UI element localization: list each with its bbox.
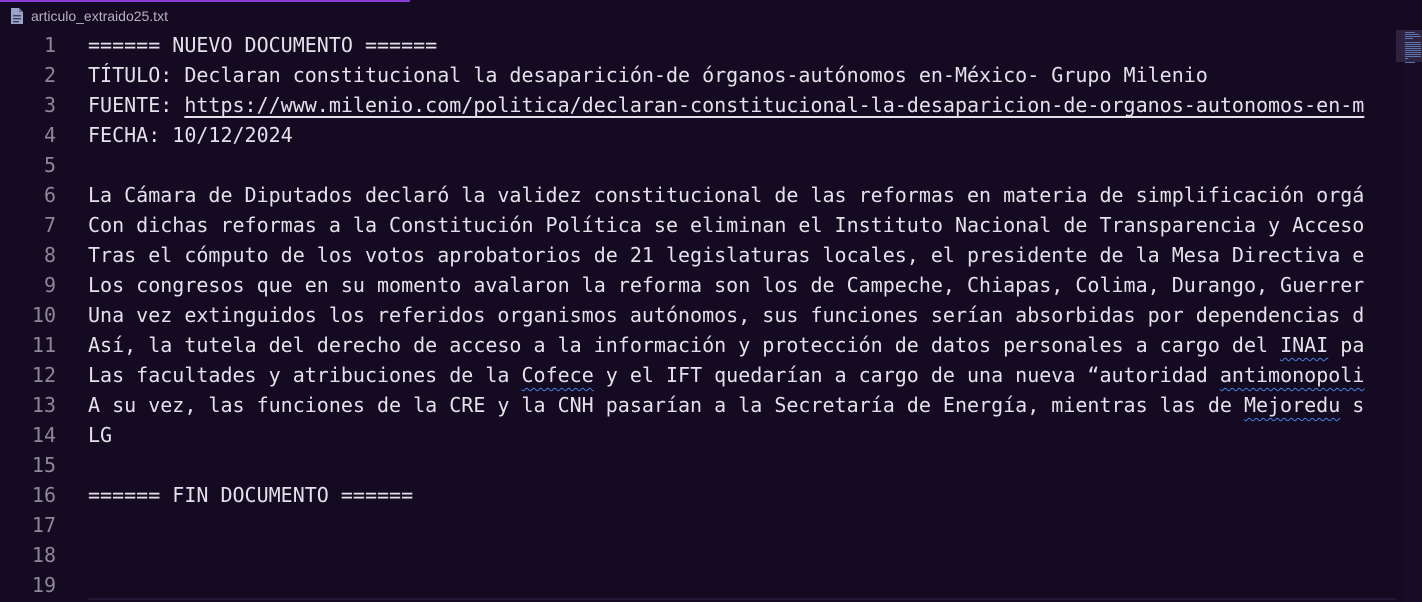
line-number: 14 bbox=[31, 423, 56, 447]
line-number: 15 bbox=[31, 453, 56, 477]
tab-bar: articulo_extraido25.txt bbox=[0, 0, 1422, 30]
editor-line[interactable]: 4 FECHA: 10/12/2024 bbox=[0, 120, 1396, 150]
text-segment: s bbox=[1340, 393, 1365, 417]
editor-line[interactable]: 16 ====== FIN DOCUMENTO ====== bbox=[0, 480, 1396, 510]
line-content[interactable]: TÍTULO: Declaran constitucional la desap… bbox=[88, 60, 1208, 90]
text-segment: A su vez, las funciones de la CRE y la C… bbox=[88, 393, 1244, 417]
text-segment: FUENTE: bbox=[88, 93, 185, 117]
editor-line[interactable]: 5 bbox=[0, 150, 1396, 180]
line-content[interactable]: Los congresos que en su momento avalaron… bbox=[88, 270, 1364, 300]
line-number: 12 bbox=[31, 363, 56, 387]
minimap-line bbox=[1405, 62, 1415, 63]
line-content[interactable]: Así, la tutela del derecho de acceso a l… bbox=[88, 330, 1364, 360]
line-number: 4 bbox=[43, 123, 56, 147]
line-number: 19 bbox=[31, 573, 56, 597]
line-content[interactable]: LG bbox=[88, 420, 112, 450]
line-number: 10 bbox=[31, 303, 56, 327]
text-segment: Las facultades y atribuciones de la bbox=[88, 363, 522, 387]
text-segment: Tras el cómputo de los votos aprobatorio… bbox=[88, 243, 1365, 267]
text-segment: LG bbox=[88, 423, 113, 447]
text-editor[interactable]: 1 ====== NUEVO DOCUMENTO ====== 2 TÍTULO: D… bbox=[0, 30, 1396, 602]
text-segment: y el IFT quedarían a cargo de una nueva … bbox=[593, 363, 1220, 387]
line-content[interactable]: ====== FIN DOCUMENTO ====== bbox=[88, 480, 413, 510]
line-content[interactable]: FUENTE: https://www.milenio.com/politica… bbox=[88, 90, 1364, 120]
spellcheck-word: Mejoredu bbox=[1243, 393, 1341, 417]
line-number: 17 bbox=[31, 513, 56, 537]
editor-line[interactable]: 7 Con dichas reformas a la Constitución P… bbox=[0, 210, 1396, 240]
line-number: 9 bbox=[43, 273, 56, 297]
text-segment: TÍTULO: Declaran constitucional la desap… bbox=[88, 63, 1208, 87]
editor-line[interactable]: 1 ====== NUEVO DOCUMENTO ====== bbox=[0, 30, 1396, 60]
text-segment: La Cámara de Diputados declaró la valide… bbox=[88, 183, 1365, 207]
line-number: 2 bbox=[43, 63, 56, 87]
text-segment: ====== NUEVO DOCUMENTO ====== bbox=[88, 33, 438, 57]
editor-line[interactable]: 17 bbox=[0, 510, 1396, 540]
editor-line[interactable]: 11 Así, la tutela del derecho de acceso a… bbox=[0, 330, 1396, 360]
line-content[interactable]: Con dichas reformas a la Constitución Po… bbox=[88, 210, 1364, 240]
text-segment: Los congresos que en su momento avalaron… bbox=[88, 273, 1365, 297]
editor-line[interactable]: 10 Una vez extinguidos los referidos orga… bbox=[0, 300, 1396, 330]
tab-articulo-extraido25[interactable]: articulo_extraido25.txt bbox=[0, 2, 178, 30]
line-content[interactable]: Tras el cómputo de los votos aprobatorio… bbox=[88, 240, 1364, 270]
minimap-slider[interactable] bbox=[1396, 30, 1422, 62]
line-number: 7 bbox=[43, 213, 56, 237]
editor-line[interactable]: 12 Las facultades y atribuciones de la Co… bbox=[0, 360, 1396, 390]
line-number: 5 bbox=[43, 153, 56, 177]
editor-line[interactable]: 3 FUENTE: https://www.milenio.com/politic… bbox=[0, 90, 1396, 120]
url-link: https://www.milenio.com/politica/declara… bbox=[184, 93, 1365, 117]
text-segment: ====== FIN DOCUMENTO ====== bbox=[88, 483, 414, 507]
text-segment: pa bbox=[1328, 333, 1365, 357]
line-number: 3 bbox=[43, 93, 56, 117]
line-number: 6 bbox=[43, 183, 56, 207]
minimap[interactable] bbox=[1402, 30, 1422, 602]
spellcheck-word: INAI bbox=[1280, 333, 1329, 357]
editor-line[interactable]: 15 bbox=[0, 450, 1396, 480]
line-number: 1 bbox=[43, 33, 56, 57]
line-content[interactable]: FECHA: 10/12/2024 bbox=[88, 120, 293, 150]
editor-bottom-divider bbox=[88, 598, 1396, 600]
text-segment: Una vez extinguidos los referidos organi… bbox=[88, 303, 1365, 327]
spellcheck-word: antimonopoli bbox=[1219, 363, 1365, 387]
editor-line[interactable]: 9 Los congresos que en su momento avalaro… bbox=[0, 270, 1396, 300]
editor-line[interactable]: 18 bbox=[0, 540, 1396, 570]
line-number: 18 bbox=[31, 543, 56, 567]
text-segment: Con dichas reformas a la Constitución Po… bbox=[88, 213, 1365, 237]
line-content[interactable]: Las facultades y atribuciones de la Cofe… bbox=[88, 360, 1364, 390]
line-number: 11 bbox=[31, 333, 56, 357]
line-content[interactable]: La Cámara de Diputados declaró la valide… bbox=[88, 180, 1364, 210]
editor-line[interactable]: 2 TÍTULO: Declaran constitucional la desa… bbox=[0, 60, 1396, 90]
spellcheck-word: Cofece bbox=[521, 363, 594, 387]
editor-line[interactable]: 19 bbox=[0, 570, 1396, 600]
editor-line[interactable]: 13 A su vez, las funciones de la CRE y la… bbox=[0, 390, 1396, 420]
editor-line[interactable]: 8 Tras el cómputo de los votos aprobatori… bbox=[0, 240, 1396, 270]
editor-line[interactable]: 6 La Cámara de Diputados declaró la valid… bbox=[0, 180, 1396, 210]
line-number: 8 bbox=[43, 243, 56, 267]
line-number: 13 bbox=[31, 393, 56, 417]
editor-line[interactable]: 14 LG bbox=[0, 420, 1396, 450]
line-content[interactable]: Una vez extinguidos los referidos organi… bbox=[88, 300, 1364, 330]
text-segment: Así, la tutela del derecho de acceso a l… bbox=[88, 333, 1281, 357]
line-content[interactable]: ====== NUEVO DOCUMENTO ====== bbox=[88, 30, 437, 60]
file-text-icon bbox=[11, 8, 23, 24]
tab-label: articulo_extraido25.txt bbox=[31, 8, 168, 24]
line-content[interactable]: A su vez, las funciones de la CRE y la C… bbox=[88, 390, 1364, 420]
text-segment: FECHA: 10/12/2024 bbox=[88, 123, 293, 147]
line-number: 16 bbox=[31, 483, 56, 507]
